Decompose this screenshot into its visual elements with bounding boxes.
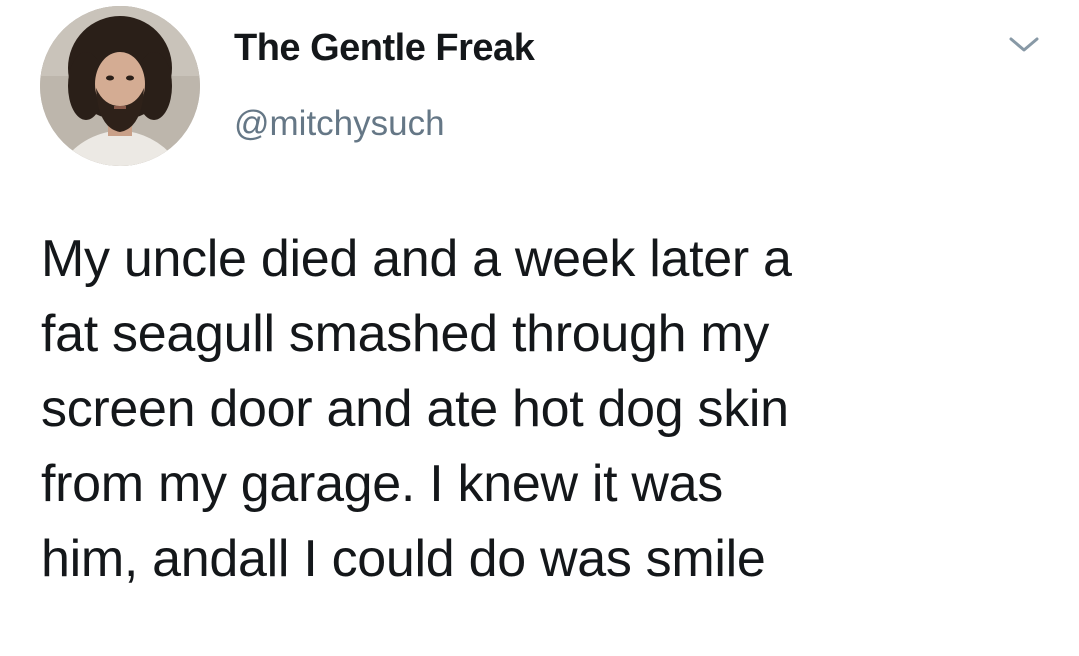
tweet-card: The Gentle Freak @mitchysuch My uncle di… (0, 0, 1079, 656)
author-handle[interactable]: @mitchysuch (234, 104, 445, 144)
author-display-name[interactable]: The Gentle Freak (234, 27, 535, 70)
tweet-text: My uncle died and a week later a fat sea… (41, 230, 792, 588)
tweet-menu-button[interactable] (1002, 28, 1046, 62)
avatar-photo-icon (40, 6, 200, 166)
chevron-down-icon (1009, 37, 1039, 52)
avatar[interactable] (40, 6, 200, 166)
